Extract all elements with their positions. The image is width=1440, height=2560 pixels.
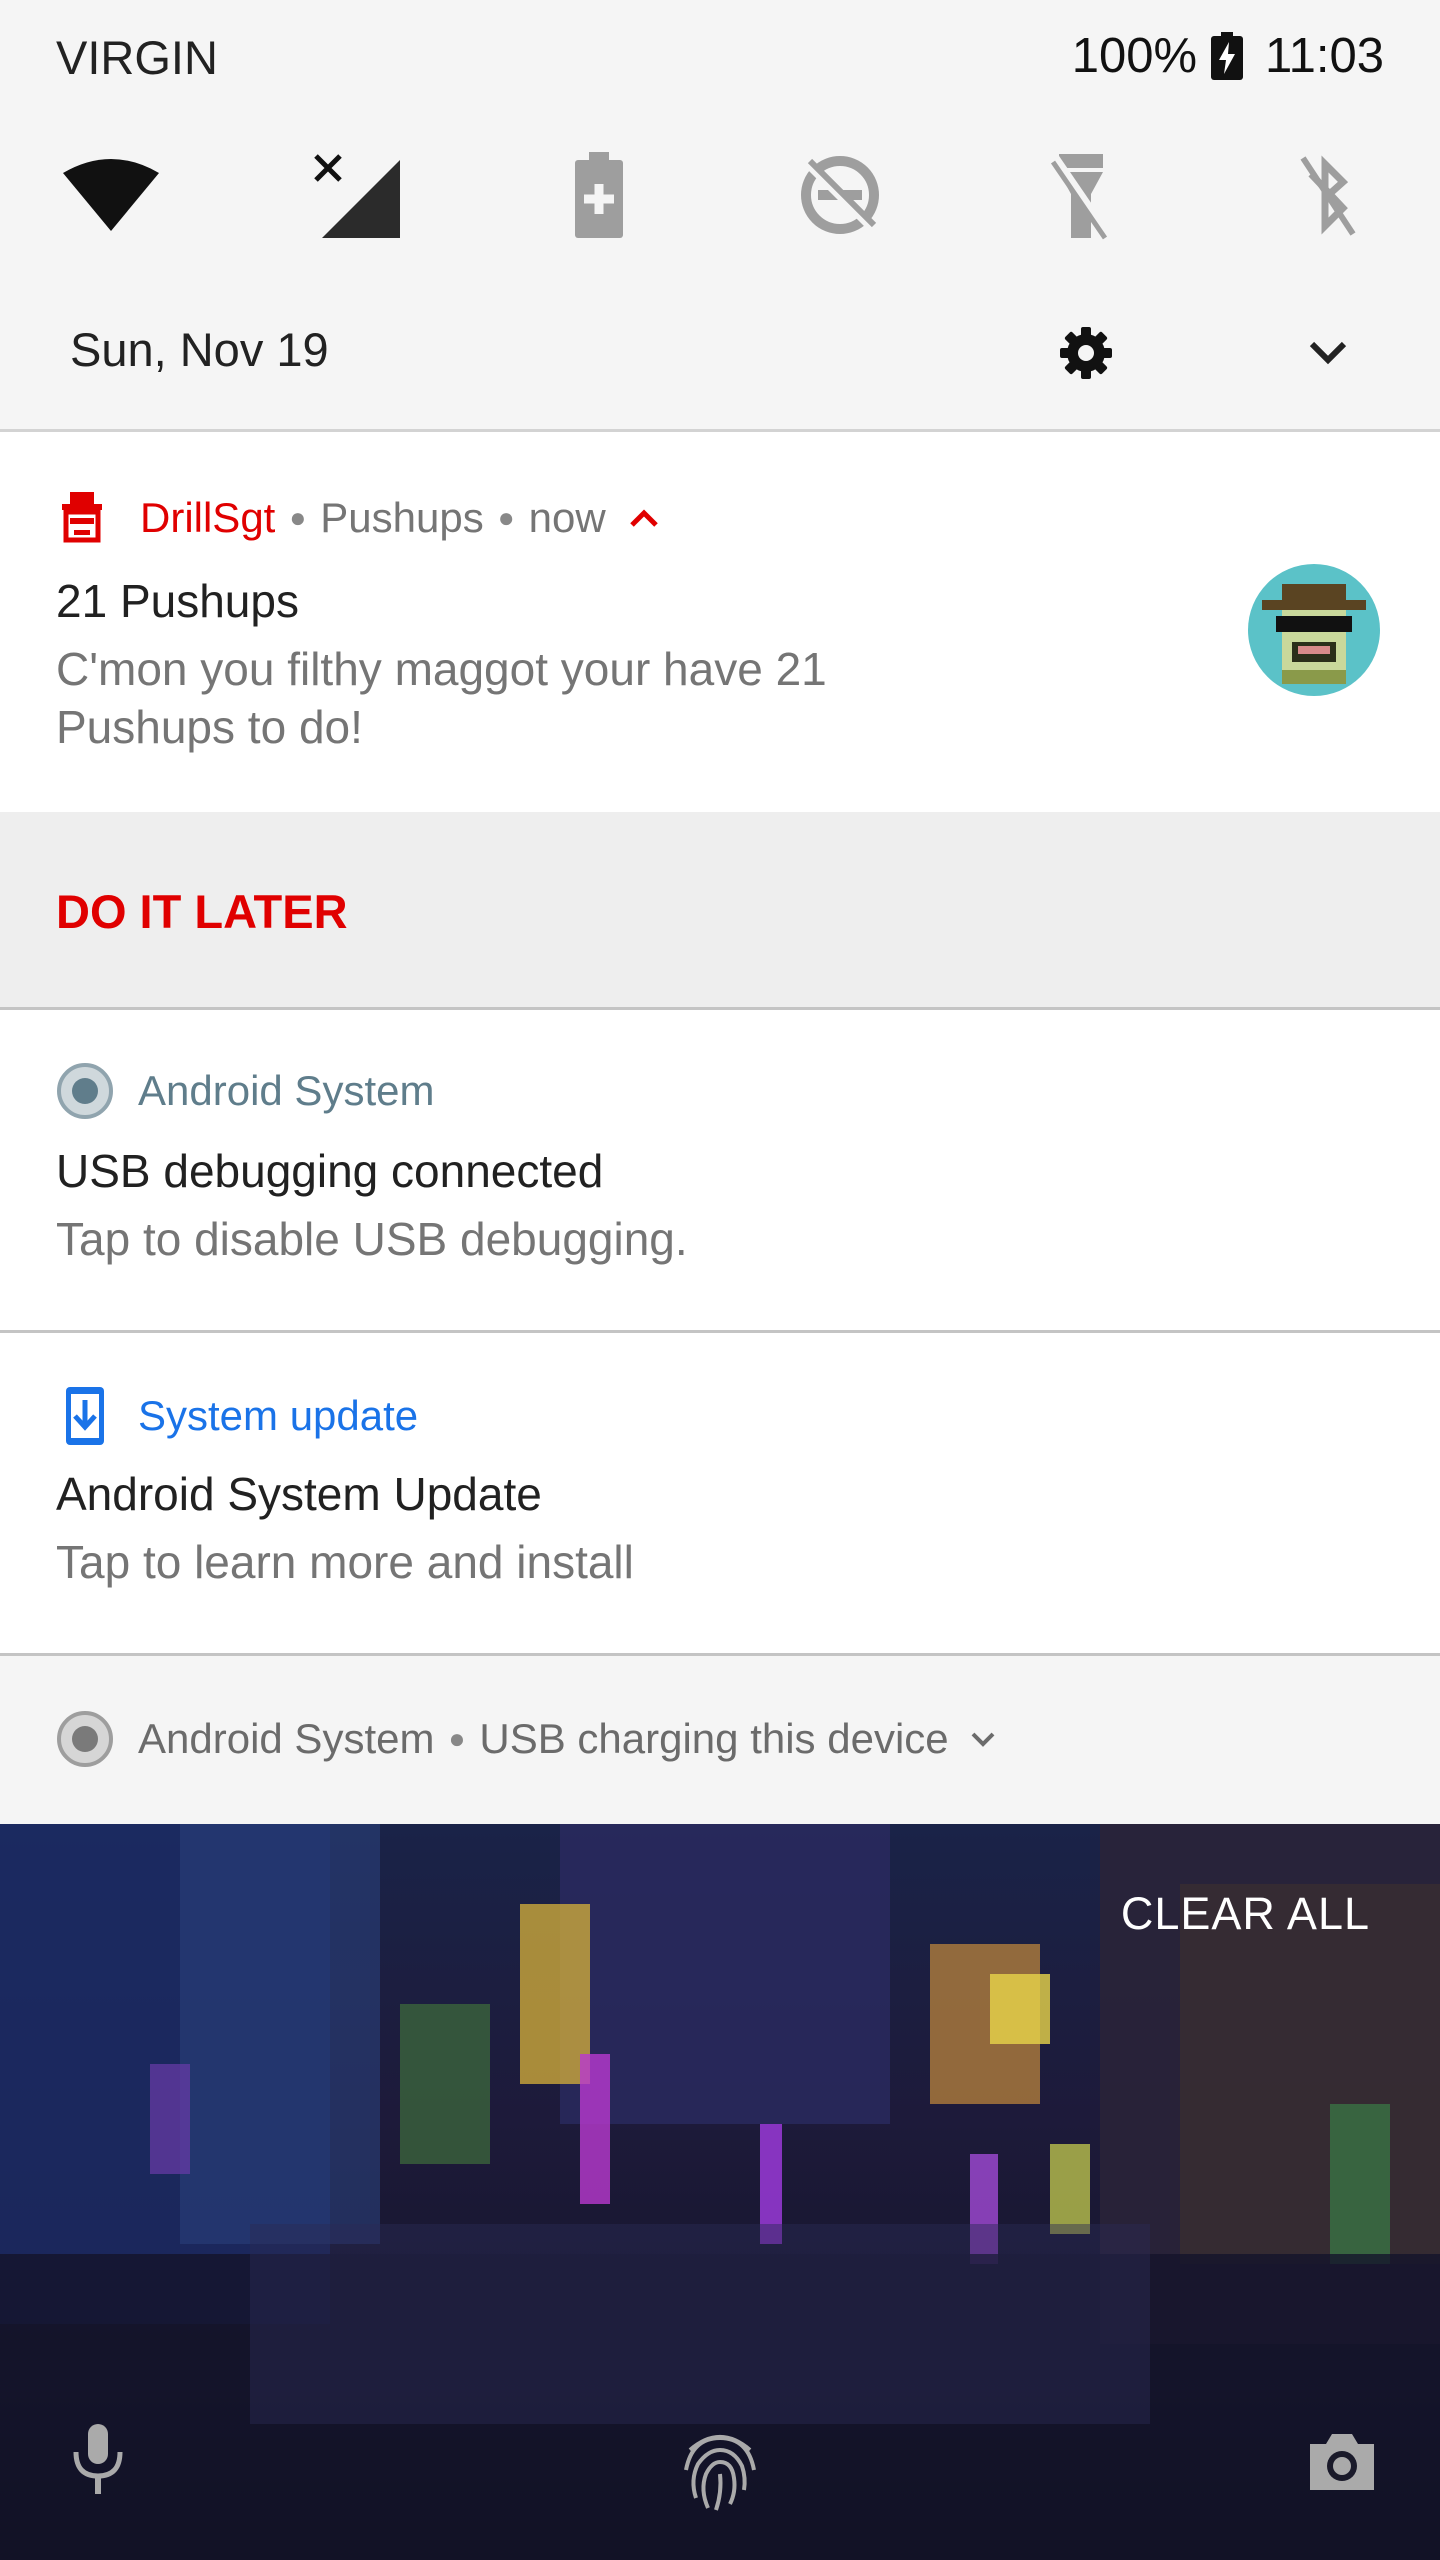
notification-drillsgt[interactable]: DrillSgt ● Pushups ● now 21 Pushups C'mo… (0, 432, 1440, 812)
notification-text: Tap to learn more and install (56, 1536, 634, 1588)
system-update-icon (66, 1387, 104, 1445)
expand-chevron-icon[interactable] (965, 1725, 1001, 1753)
microphone-icon[interactable] (66, 2420, 130, 2500)
notification-title: Android System Update (56, 1468, 542, 1520)
separator-dot: ● (497, 502, 515, 533)
date-row: Sun, Nov 19 (0, 310, 1440, 390)
notification-app-name: Android System (138, 1715, 435, 1762)
notification-actions: DO IT LATER (0, 812, 1440, 1008)
qs-tile-wifi[interactable] (56, 140, 166, 250)
notification-header: System update (56, 1385, 418, 1447)
notification-text: C'mon you filthy maggot your have 21 Pus… (56, 643, 827, 753)
qs-tile-battery-saver[interactable] (544, 140, 654, 250)
notification-subtext: Pushups (320, 494, 484, 541)
carrier-name: VIRGIN (56, 31, 218, 84)
notification-text: Tap to disable USB debugging. (56, 1213, 688, 1265)
status-right: 100% 11:03 (1072, 28, 1384, 84)
camera-icon[interactable] (1304, 2428, 1380, 2494)
qs-tile-flashlight[interactable] (1026, 140, 1136, 250)
flashlight-off-icon (1051, 154, 1111, 240)
android-system-icon (57, 1711, 113, 1767)
notification-usb-debugging[interactable]: Android System USB debugging connected T… (0, 1010, 1440, 1330)
battery-saver-icon (575, 152, 623, 238)
notification-time: now (528, 494, 606, 541)
quick-settings-row (0, 140, 1440, 250)
android-system-icon (57, 1063, 113, 1119)
battery-percent: 100% (1071, 29, 1198, 83)
notification-title: USB debugging connected (56, 1145, 604, 1197)
separator-dot: ● (289, 502, 307, 533)
notification-app-name: Android System (138, 1067, 435, 1114)
notification-system-update[interactable]: System update Android System Update Tap … (0, 1333, 1440, 1653)
notification-text: USB charging this device (479, 1715, 949, 1762)
battery-charging-icon (1211, 32, 1244, 80)
qs-tile-bluetooth[interactable] (1272, 140, 1382, 250)
drill-sergeant-avatar (1248, 564, 1380, 696)
do-not-disturb-off-icon (801, 156, 879, 234)
clock: 11:03 (1265, 29, 1384, 83)
settings-gear-icon[interactable] (1058, 325, 1114, 381)
mobile-data-off-icon (314, 154, 400, 238)
notification-app-name: DrillSgt (140, 494, 276, 541)
notification-header: Android System ● USB charging this devic… (56, 1710, 1001, 1768)
collapse-chevron-icon[interactable] (624, 503, 664, 533)
notification-header: Android System (56, 1062, 434, 1120)
notification-app-name: System update (138, 1392, 419, 1439)
notification-usb-charging[interactable]: Android System ● USB charging this devic… (0, 1656, 1440, 1824)
bluetooth-off-icon (1300, 155, 1356, 236)
qs-tile-do-not-disturb[interactable] (785, 140, 895, 250)
notification-header: DrillSgt ● Pushups ● now (56, 490, 664, 546)
clear-all-button[interactable]: CLEAR ALL (1121, 1888, 1370, 1940)
wifi-icon (63, 159, 159, 231)
qs-tile-mobile-data[interactable] (300, 140, 410, 250)
status-bar: VIRGIN 100% 11:03 (0, 0, 1440, 118)
date-label: Sun, Nov 19 (70, 323, 329, 376)
expand-chevron-icon[interactable] (1298, 330, 1358, 378)
do-it-later-button[interactable]: DO IT LATER (56, 884, 348, 939)
drill-sergeant-app-icon (62, 492, 102, 543)
separator-dot: ● (448, 1723, 466, 1754)
notification-title: 21 Pushups (56, 575, 299, 627)
fingerprint-icon[interactable] (676, 2420, 764, 2516)
